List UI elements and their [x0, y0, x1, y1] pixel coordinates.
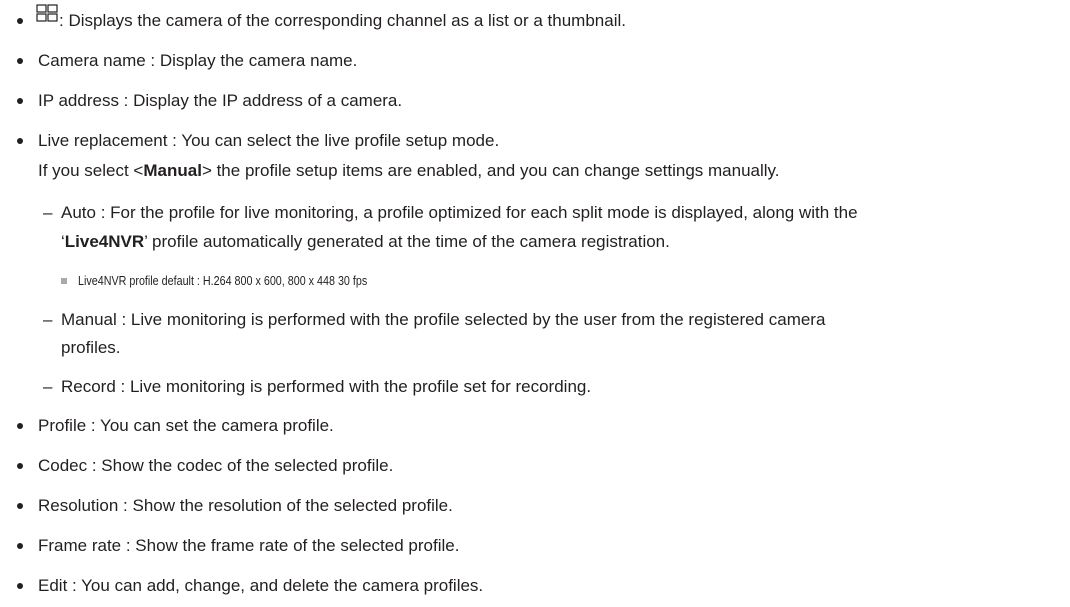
sub-item-text: Auto : For the profile for live monitori… — [61, 203, 858, 222]
document-page: : Displays the camera of the correspondi… — [0, 0, 1070, 607]
list-item-text: Profile : You can set the camera profile… — [38, 416, 334, 435]
sub-item-continuation: profiles. — [61, 338, 121, 357]
note-marker — [61, 278, 67, 284]
emphasis-live4nvr: Live4NVR — [64, 232, 145, 251]
bullet — [17, 98, 23, 104]
bullet — [17, 583, 23, 589]
text-segment: ’ profile automatically generated at the… — [144, 232, 670, 251]
list-item-text: Resolution : Show the resolution of the … — [38, 496, 453, 515]
bullet — [17, 18, 23, 24]
dash-marker: – — [43, 377, 53, 396]
emphasis-manual: Manual — [143, 161, 202, 180]
bullet — [17, 463, 23, 469]
bullet — [17, 543, 23, 549]
grid-view-icon — [36, 4, 58, 22]
list-item-continuation: If you select <Manual> the profile setup… — [38, 160, 780, 182]
dash-marker: – — [43, 310, 53, 329]
list-item-text: Edit : You can add, change, and delete t… — [38, 576, 484, 595]
bullet — [17, 423, 23, 429]
sub-item-continuation: ‘Live4NVR’ profile automatically generat… — [61, 231, 670, 253]
list-item-text: Live replacement : You can select the li… — [38, 131, 500, 150]
note-text: Live4NVR profile default : H.264 800 x 6… — [78, 274, 368, 288]
list-item-text: Camera name : Display the camera name. — [38, 51, 358, 70]
list-item-text: Frame rate : Show the frame rate of the … — [38, 536, 460, 555]
sub-item-text: Manual : Live monitoring is performed wi… — [61, 310, 826, 329]
bullet — [17, 503, 23, 509]
list-item-text: Codec : Show the codec of the selected p… — [38, 456, 394, 475]
list-item-text: IP address : Display the IP address of a… — [38, 91, 403, 110]
sub-item-text: Record : Live monitoring is performed wi… — [61, 377, 592, 396]
list-item-text: : Displays the camera of the correspondi… — [59, 11, 626, 30]
bullet — [17, 58, 23, 64]
dash-marker: – — [43, 203, 53, 222]
text-segment: > the profile setup items are enabled, a… — [201, 161, 780, 180]
text-segment: If you select < — [38, 161, 144, 180]
bullet — [17, 138, 23, 144]
